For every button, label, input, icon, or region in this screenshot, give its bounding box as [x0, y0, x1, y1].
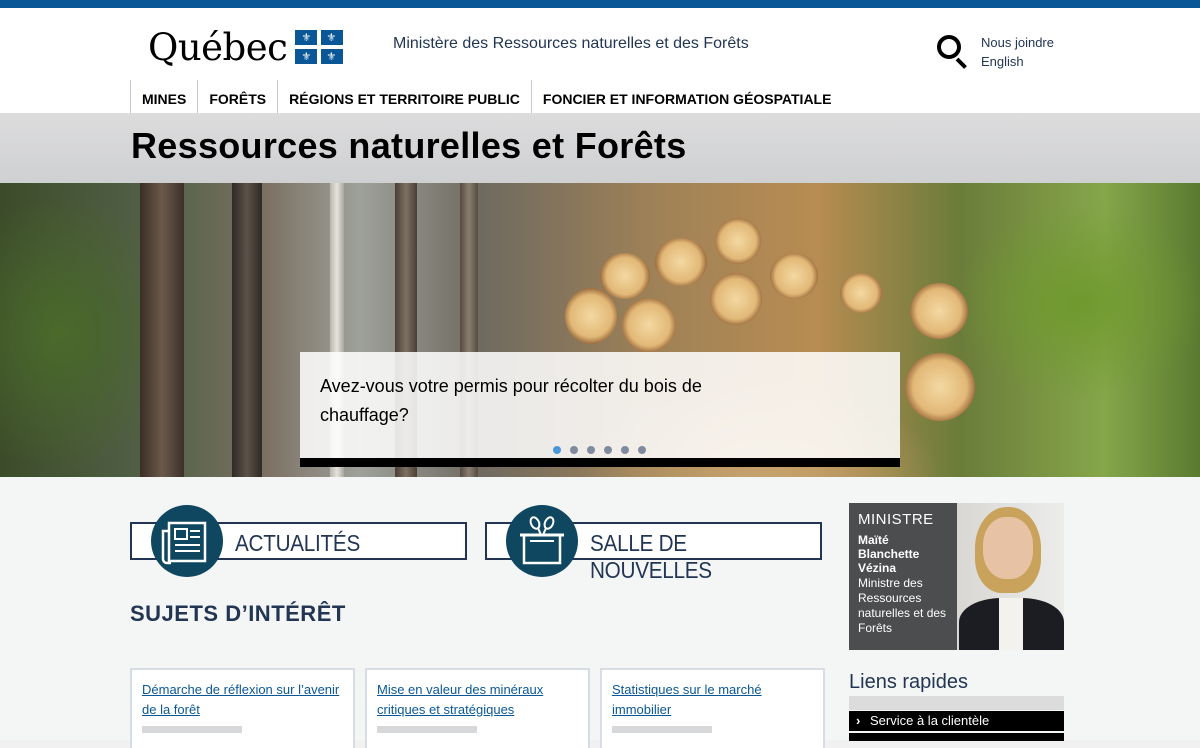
top-brand-bar: [0, 0, 1200, 8]
carousel-dot-4[interactable]: [604, 446, 612, 454]
topics-heading: SUJETS D’INTÉRÊT: [130, 601, 346, 626]
chevron-right-icon: ›: [856, 713, 861, 728]
log-end: [905, 353, 975, 421]
minister-name: Maïté Blanchette Vézina: [858, 533, 920, 575]
podium-microphones-icon[interactable]: [506, 505, 578, 577]
log-end: [565, 288, 617, 344]
quick-links-divider: [849, 696, 1064, 710]
minister-card[interactable]: MINISTRE Maïté Blanchette Vézina Ministr…: [849, 503, 1064, 650]
carousel-dot-1[interactable]: [553, 446, 561, 454]
nav-item-regions[interactable]: RÉGIONS ET TERRITOIRE PUBLIC: [277, 80, 531, 113]
nav-item-foncier[interactable]: FONCIER ET INFORMATION GÉOSPATIALE: [530, 80, 843, 113]
hero-carousel: Avez-vous votre permis pour récolter du …: [0, 183, 1200, 477]
quebec-logo[interactable]: Québec ⚜ ⚜ ⚜ ⚜: [148, 24, 344, 70]
newspaper-icon[interactable]: [151, 505, 223, 577]
minister-role: Ministre des Ressources naturelles et de…: [858, 576, 947, 635]
carousel-dot-3[interactable]: [587, 446, 595, 454]
carousel-slide-caption[interactable]: Avez-vous votre permis pour récolter du …: [300, 352, 900, 467]
ministry-name: Ministère des Ressources naturelles et d…: [393, 35, 749, 52]
log-end: [770, 253, 818, 299]
site-header: Québec ⚜ ⚜ ⚜ ⚜ Ministère des Ressources …: [0, 8, 1200, 113]
topic-divider: [377, 726, 477, 733]
topic-divider: [142, 726, 242, 733]
logo-wordmark: Québec: [148, 25, 288, 69]
search-icon[interactable]: [935, 33, 969, 69]
carousel-dot-6[interactable]: [638, 446, 646, 454]
topic-card[interactable]: Démarche de réflexion sur l’avenir de la…: [130, 668, 355, 748]
log-end: [715, 218, 761, 264]
log-end: [910, 283, 968, 339]
nav-item-mines[interactable]: MINES: [130, 80, 197, 113]
fleurdelise-flag-icon: ⚜ ⚜ ⚜ ⚜: [295, 30, 344, 64]
page-title: Ressources naturelles et Forêts: [131, 125, 687, 166]
main-content: ACTUALITÉS SALLE DE NOUVELLES SUJETS D’I…: [0, 477, 1200, 748]
log-end: [622, 298, 676, 352]
log-end: [710, 273, 762, 325]
slide-text[interactable]: Avez-vous votre permis pour récolter du …: [320, 372, 750, 430]
quick-link-label: Service à la clientèle: [870, 713, 990, 728]
nav-item-forets[interactable]: FORÊTS: [197, 80, 277, 113]
salle-de-nouvelles-label: SALLE DE NOUVELLES: [590, 530, 712, 583]
topic-link[interactable]: Démarche de réflexion sur l’avenir de la…: [142, 680, 343, 720]
carousel-indicators: [553, 446, 646, 454]
contact-link[interactable]: Nous joindre: [981, 33, 1054, 52]
topic-card[interactable]: Mise en valeur des minéraux critiques et…: [365, 668, 590, 748]
topic-link[interactable]: Mise en valeur des minéraux critiques et…: [377, 680, 578, 720]
carousel-dot-2[interactable]: [570, 446, 578, 454]
language-link[interactable]: English: [981, 52, 1054, 71]
log-end: [840, 273, 882, 313]
log-end: [600, 253, 650, 299]
tree-trunk: [140, 183, 184, 477]
utility-links: Nous joindre English: [981, 33, 1054, 71]
quick-link-service-clientele[interactable]: › Service à la clientèle: [849, 711, 1064, 731]
carousel-dot-5[interactable]: [621, 446, 629, 454]
tree-trunk: [232, 183, 262, 477]
main-navigation: MINES FORÊTS RÉGIONS ET TERRITOIRE PUBLI…: [130, 80, 842, 113]
actualites-label: ACTUALITÉS: [235, 530, 360, 556]
minister-heading: MINISTRE: [858, 511, 934, 528]
topic-link[interactable]: Statistiques sur le marché immobilier: [612, 680, 813, 720]
minister-photo: [957, 503, 1064, 650]
topic-divider: [612, 726, 712, 733]
topic-card[interactable]: Statistiques sur le marché immobilier: [600, 668, 825, 748]
page-title-bar: Ressources naturelles et Forêts: [0, 113, 1200, 183]
quick-links-heading: Liens rapides: [849, 671, 968, 693]
log-end: [655, 238, 707, 286]
